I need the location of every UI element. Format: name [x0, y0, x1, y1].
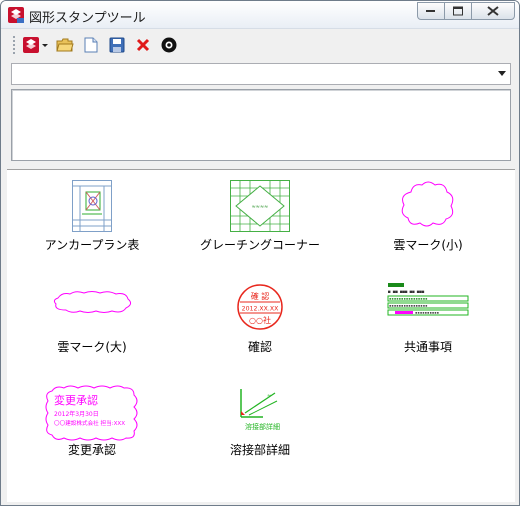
- common-items-icon: ■ ■■ ■■■ ■■ ■■■ ▪▪▪▪▪▪▪▪▪▪▪▪▪▪▪▪ ▪▪▪▪▪▪▪…: [387, 282, 469, 320]
- stamp-item-weld-detail[interactable]: ≈ 溶接部詳細 溶接部詳細: [185, 377, 335, 463]
- title-bar[interactable]: 図形スタンプツール: [1, 1, 519, 29]
- camera-icon: [161, 37, 177, 53]
- seal-date-text: 2012.XX.XX: [242, 306, 279, 313]
- stamp-gallery: アンカープラン表 ≈≈≈≈ グレーチングコーナー 雲マーク(小) 雲マーク(大)…: [7, 169, 515, 502]
- stamp-label: 雲マーク(大): [57, 340, 127, 354]
- grating-corner-icon: ≈≈≈≈: [230, 180, 290, 232]
- stamp-label: 確認: [247, 340, 272, 354]
- maximize-icon: [453, 6, 463, 16]
- svg-text:▪▪▪▪▪▪▪▪▪▪▪▪▪▪▪▪: ▪▪▪▪▪▪▪▪▪▪▪▪▪▪▪▪: [389, 296, 428, 301]
- approval-date-text: 2012年3月30日: [54, 410, 99, 418]
- seal-name-text: ○○社: [249, 315, 271, 325]
- anchor-plan-table-icon: [72, 180, 112, 232]
- stamp-item-grating-corner[interactable]: ≈≈≈≈ グレーチングコーナー: [185, 172, 335, 258]
- change-approval-icon: 変更承認 2012年3月30日 〇〇建設株式会社 担当:XXX: [45, 385, 138, 441]
- cloud-mark-large-icon: [53, 291, 132, 313]
- open-button[interactable]: [54, 34, 76, 56]
- stamp-label: 溶接部詳細: [229, 443, 290, 457]
- stamp-label: 雲マーク(小): [393, 238, 463, 252]
- close-icon: [487, 6, 499, 16]
- toolbar-grip[interactable]: [13, 36, 16, 54]
- stamp-item-confirm[interactable]: 確 認 2012.XX.XX ○○社 確認: [185, 274, 335, 360]
- capture-button[interactable]: [158, 34, 180, 56]
- stamp-label: アンカープラン表: [44, 238, 140, 252]
- stamp-item-change-approval[interactable]: 変更承認 2012年3月30日 〇〇建設株式会社 担当:XXX 変更承認: [17, 377, 167, 463]
- stamp-menu-button[interactable]: [22, 34, 50, 56]
- stamp-item-anchor-plan[interactable]: アンカープラン表: [17, 172, 167, 258]
- open-folder-icon: [56, 38, 74, 52]
- close-button[interactable]: [471, 2, 515, 20]
- delete-icon: [136, 38, 150, 52]
- save-button[interactable]: [106, 34, 128, 56]
- new-file-icon: [84, 37, 98, 53]
- stamp-category-select[interactable]: [11, 63, 511, 85]
- stamp-label: 共通事項: [403, 340, 452, 354]
- minimize-icon: [426, 10, 435, 12]
- save-icon: [109, 37, 125, 53]
- stamp-label: グレーチングコーナー: [199, 238, 320, 252]
- cloud-mark-small-icon: [401, 181, 454, 227]
- confirm-seal-icon: 確 認 2012.XX.XX ○○社: [237, 284, 283, 330]
- approval-title-text: 変更承認: [54, 393, 98, 407]
- stamp-tool-window: 図形スタンプツール アンカープラン表 ≈≈≈≈ グレーチングコーナー 雲マーク(…: [0, 0, 520, 506]
- minimize-button[interactable]: [417, 2, 445, 20]
- weld-detail-icon: ≈ 溶接部詳細: [240, 389, 280, 431]
- stamp-item-cloud-large[interactable]: 雲マーク(大): [17, 274, 167, 360]
- stamp-menu-icon: [23, 37, 48, 53]
- delete-button[interactable]: [132, 34, 154, 56]
- stamp-item-common[interactable]: ■ ■■ ■■■ ■■ ■■■ ▪▪▪▪▪▪▪▪▪▪▪▪▪▪▪▪ ▪▪▪▪▪▪▪…: [353, 274, 503, 360]
- svg-text:■ ■■ ■■■ ■■ ■■■: ■ ■■ ■■■ ■■ ■■■: [388, 289, 425, 294]
- toolbar: [9, 32, 513, 58]
- svg-text:≈≈≈≈: ≈≈≈≈: [252, 204, 269, 210]
- weld-caption-text: 溶接部詳細: [245, 422, 280, 431]
- window-title: 図形スタンプツール: [29, 11, 146, 26]
- chevron-down-icon[interactable]: [498, 71, 506, 76]
- stamp-item-cloud-small[interactable]: 雲マーク(小): [353, 172, 503, 258]
- stamp-label: 変更承認: [67, 443, 116, 457]
- maximize-button[interactable]: [444, 2, 472, 20]
- stamp-tool-app-icon[interactable]: [8, 7, 24, 23]
- svg-text:≈: ≈: [267, 393, 271, 399]
- new-button[interactable]: [80, 34, 102, 56]
- memo-textarea[interactable]: [11, 89, 511, 161]
- seal-top-text: 確 認: [251, 291, 270, 301]
- svg-text:▪▪▪▪▪▪▪▪▪▪▪▪▪▪▪▪: ▪▪▪▪▪▪▪▪▪▪▪▪▪▪▪▪: [389, 303, 428, 308]
- svg-text:▪▪▪▪▪▪▪▪▪▪: ▪▪▪▪▪▪▪▪▪▪: [415, 310, 439, 315]
- approval-company-text: 〇〇建設株式会社 担当:XXX: [54, 419, 125, 427]
